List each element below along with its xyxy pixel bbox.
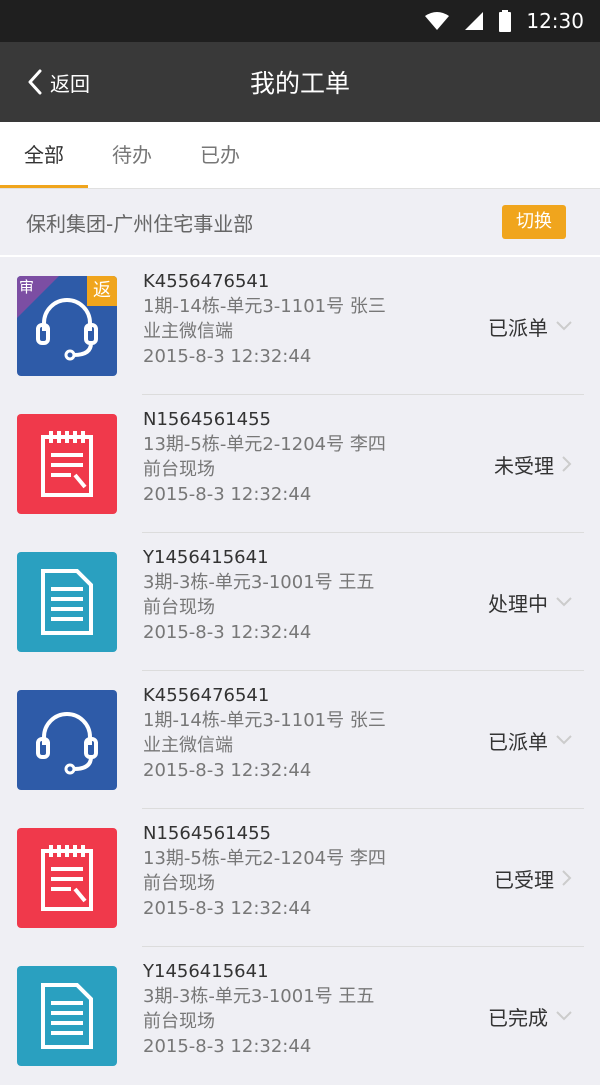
signal-icon [465,12,484,30]
status-label: 已受理 [494,867,554,892]
status-label: 已派单 [488,315,548,340]
chevron-down-icon [556,735,572,745]
tab-bar: 全部 待办 已办 [0,122,600,189]
back-label: 返回 [50,71,90,96]
audit-badge: 审 [17,276,59,318]
order-source: 前台现场 [143,873,215,894]
return-badge: 返 [87,276,117,306]
list-item[interactable]: K4556476541 1期-14栋-单元3-1101号 张三 业主微信端 20… [0,671,600,809]
notepad-icon [41,431,93,497]
page-title: 我的工单 [249,69,350,98]
order-code: Y1456415641 [143,547,269,568]
order-type-icon [17,828,117,928]
list-item[interactable]: Y1456415641 3期-3栋-单元3-1001号 王五 前台现场 2015… [0,947,600,1085]
document-icon [41,569,93,635]
order-code: Y1456415641 [143,961,269,982]
status-label: 未受理 [494,453,554,478]
status-bar: 12:30 [0,0,600,42]
list-item[interactable]: N1564561455 13期-5栋-单元2-1204号 李四 前台现场 201… [0,395,600,533]
status-label: 已完成 [488,1005,548,1030]
order-status[interactable]: 未受理 [494,395,572,533]
order-type-icon: 审 返 [17,276,117,376]
order-time: 2015-8-3 12:32:44 [143,346,312,367]
order-address: 3期-3栋-单元3-1001号 王五 [143,572,375,593]
list-item[interactable]: N1564561455 13期-5栋-单元2-1204号 李四 前台现场 201… [0,809,600,947]
order-type-icon [17,690,117,790]
order-status[interactable]: 已派单 [488,257,572,395]
order-status[interactable]: 处理中 [488,533,572,671]
order-address: 13期-5栋-单元2-1204号 李四 [143,848,386,869]
work-order-list: 审 返 K4556476541 1期-14栋-单元3-1101号 张三 业主微信… [0,257,600,1085]
notepad-icon [41,845,93,911]
chevron-down-icon [556,321,572,331]
order-time: 2015-8-3 12:32:44 [143,622,312,643]
nav-bar: 返回 我的工单 [0,42,600,122]
clock: 12:30 [526,9,584,33]
order-source: 前台现场 [143,1011,215,1032]
order-code: N1564561455 [143,409,271,430]
chevron-down-icon [556,597,572,607]
order-source: 前台现场 [143,597,215,618]
order-address: 1期-14栋-单元3-1101号 张三 [143,296,386,317]
order-type-icon [17,966,117,1066]
chevron-right-icon [562,456,572,472]
order-address: 3期-3栋-单元3-1001号 王五 [143,986,375,1007]
org-name: 保利集团-广州住宅事业部 [26,211,254,236]
list-item[interactable]: Y1456415641 3期-3栋-单元3-1001号 王五 前台现场 2015… [0,533,600,671]
order-type-icon [17,552,117,652]
battery-icon [499,10,512,32]
order-time: 2015-8-3 12:32:44 [143,1036,312,1057]
order-address: 1期-14栋-单元3-1101号 张三 [143,710,386,731]
chevron-down-icon [556,1011,572,1021]
order-time: 2015-8-3 12:32:44 [143,760,312,781]
tab-todo[interactable]: 待办 [88,122,176,188]
headset-icon [36,712,98,775]
status-label: 处理中 [488,591,548,616]
order-source: 前台现场 [143,459,215,480]
order-source: 业主微信端 [143,321,233,342]
order-status[interactable]: 已派单 [488,671,572,809]
order-address: 13期-5栋-单元2-1204号 李四 [143,434,386,455]
order-code: N1564561455 [143,823,271,844]
back-button[interactable]: 返回 [28,42,90,122]
order-status[interactable]: 已完成 [488,947,572,1085]
list-item[interactable]: 审 返 K4556476541 1期-14栋-单元3-1101号 张三 业主微信… [0,257,600,395]
org-bar: 保利集团-广州住宅事业部 切换 [0,189,600,257]
chevron-right-icon [562,870,572,886]
tab-all[interactable]: 全部 [0,122,88,188]
wifi-icon [425,12,450,30]
order-status[interactable]: 已受理 [494,809,572,947]
order-code: K4556476541 [143,271,270,292]
order-source: 业主微信端 [143,735,233,756]
chevron-left-icon [28,69,42,95]
switch-org-button[interactable]: 切换 [502,205,566,239]
document-icon [41,983,93,1049]
order-time: 2015-8-3 12:32:44 [143,898,312,919]
tab-done[interactable]: 已办 [176,122,264,188]
order-type-icon [17,414,117,514]
status-label: 已派单 [488,729,548,754]
order-time: 2015-8-3 12:32:44 [143,484,312,505]
order-code: K4556476541 [143,685,270,706]
